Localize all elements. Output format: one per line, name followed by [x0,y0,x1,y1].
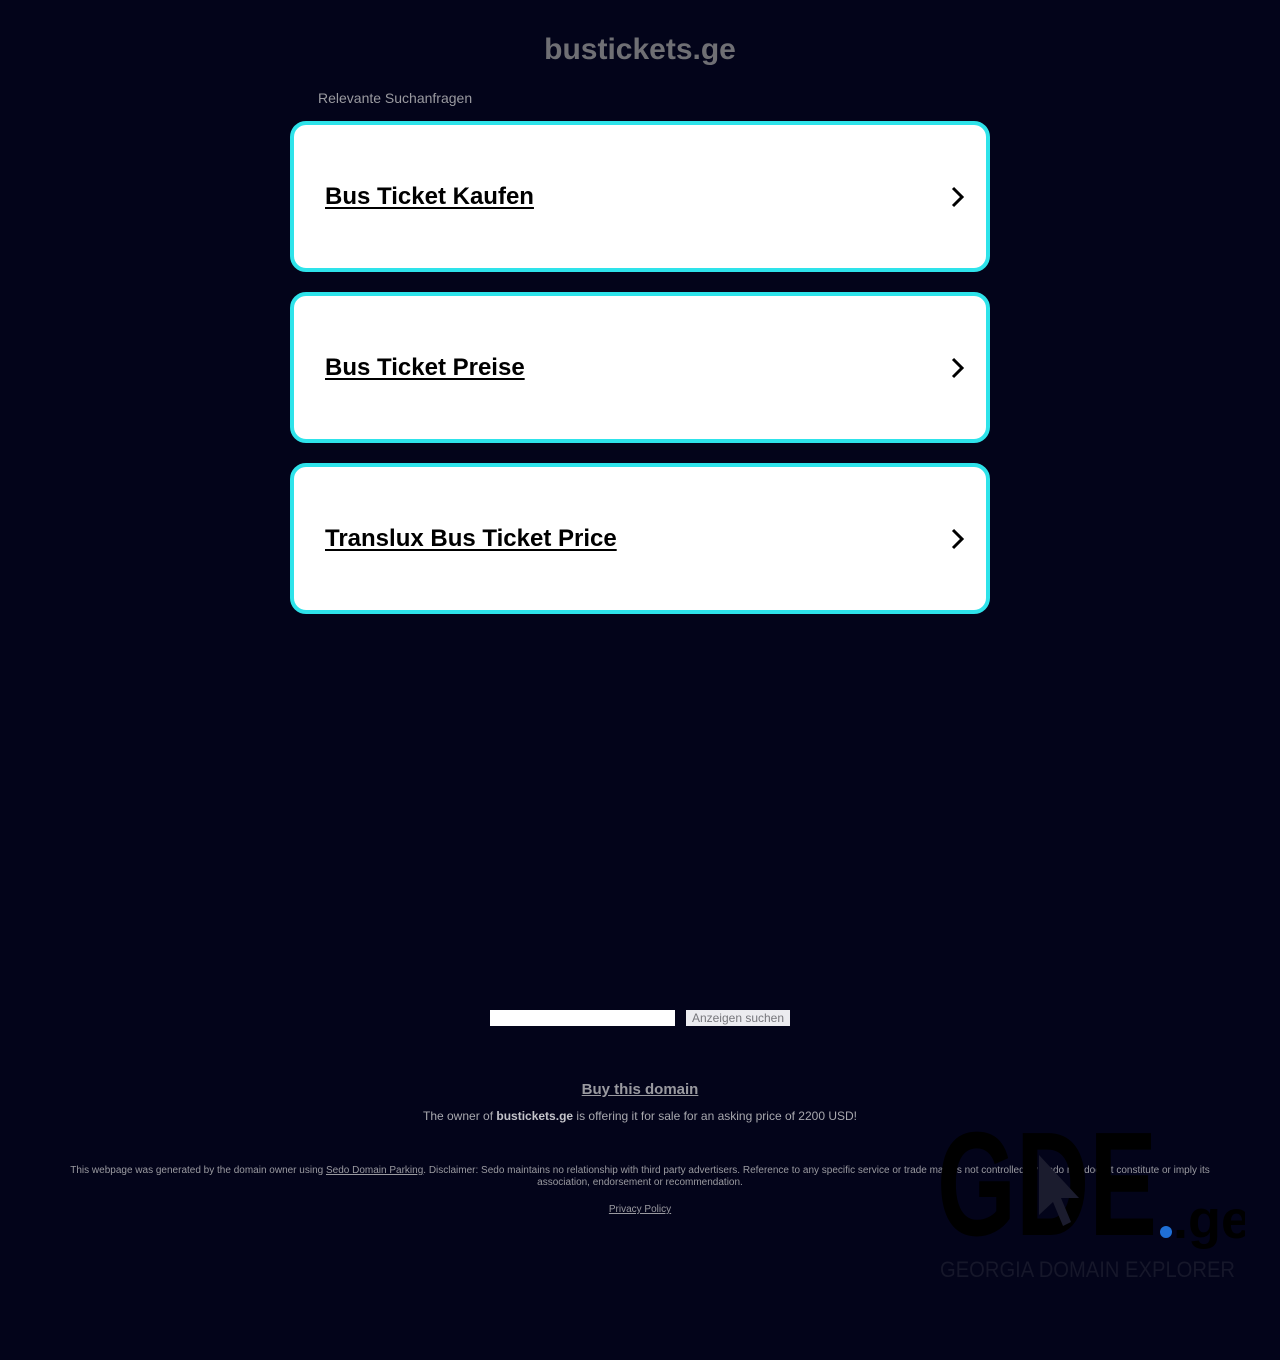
logo-dot [1160,1226,1172,1238]
logo-suffix: .ge [1173,1190,1245,1250]
chevron-right-icon [951,186,965,207]
ad-link[interactable]: Translux Bus Ticket Price [325,524,617,554]
ad-link[interactable]: Bus Ticket Kaufen [325,182,534,212]
gde-logo: GDE .ge GEORGIA DOMAIN EXPLORER [937,1110,1245,1282]
buy-domain: Buy this domain [0,1081,1280,1099]
search-input[interactable] [490,1010,675,1026]
ad-link[interactable]: Bus Ticket Preise [325,353,525,383]
parking-page: bustickets.ge Relevante Suchanfragen Bus… [0,0,1280,1360]
disclaimer-prefix: This webpage was generated by the domain… [70,1165,326,1176]
ad-card-2[interactable]: Bus Ticket Preise [290,292,990,443]
site-title: bustickets.ge [544,33,736,66]
search-ads-button[interactable]: Anzeigen suchen [686,1010,790,1026]
sale-domain: bustickets.ge [496,1109,574,1123]
sedo-parking-link[interactable]: Sedo Domain Parking [326,1165,423,1176]
chevron-right-icon [951,528,965,549]
ad-card-1[interactable]: Bus Ticket Kaufen [290,121,990,272]
sale-suffix: is offering it for sale for an asking pr… [573,1109,857,1123]
sale-prefix: The owner of [423,1109,497,1123]
privacy-policy-link[interactable]: Privacy Policy [609,1204,671,1215]
logo-tagline: GEORGIA DOMAIN EXPLORER [940,1257,1235,1282]
ad-card-3[interactable]: Translux Bus Ticket Price [290,463,990,614]
buy-domain-link[interactable]: Buy this domain [582,1081,699,1098]
related-searches-label: Relevante Suchanfragen [318,90,473,106]
chevron-right-icon [951,357,965,378]
